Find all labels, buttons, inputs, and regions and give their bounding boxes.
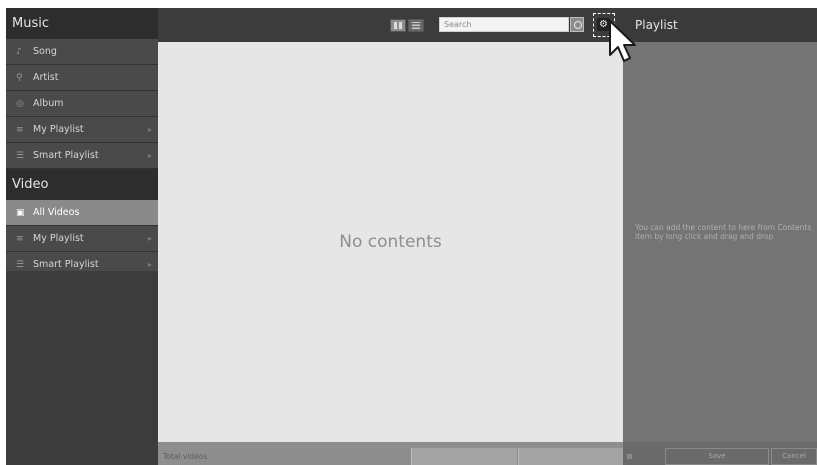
sidebar-item-label: Smart Playlist bbox=[33, 259, 99, 270]
music-section-header: Music bbox=[6, 8, 158, 39]
sidebar-item-label: Smart Playlist bbox=[33, 150, 99, 161]
sidebar-item-album[interactable]: ◎ Album bbox=[6, 91, 158, 117]
chevron-right-icon: ▸ bbox=[147, 234, 152, 243]
person-icon: ⚲ bbox=[16, 73, 23, 83]
list-view-icon bbox=[412, 22, 420, 29]
playlist-hint-text: You can add the content to here from Con… bbox=[635, 223, 812, 241]
sidebar-item-artist[interactable]: ⚲ Artist bbox=[6, 65, 158, 91]
video-icon: ▣ bbox=[16, 208, 25, 218]
sidebar-item-smart-playlist-music[interactable]: ☰ Smart Playlist ▸ bbox=[6, 143, 158, 169]
sidebar-item-label: Album bbox=[33, 98, 64, 109]
grid-view-icon bbox=[394, 22, 402, 29]
chevron-right-icon: ▸ bbox=[147, 125, 152, 134]
sidebar-item-my-playlist-video[interactable]: ≡ My Playlist ▸ bbox=[6, 226, 158, 252]
smart-playlist-icon: ☰ bbox=[16, 151, 25, 161]
playlist-bottom-bar: Save Cancel bbox=[623, 442, 817, 465]
sidebar-empty-area bbox=[6, 271, 158, 465]
content-area: No contents bbox=[158, 42, 623, 442]
empty-state-text: No contents bbox=[339, 232, 442, 252]
sidebar-item-label: My Playlist bbox=[33, 124, 84, 135]
total-label: Total videos bbox=[163, 452, 208, 461]
bottom-action-button-1[interactable] bbox=[411, 448, 517, 465]
status-dot-icon bbox=[627, 454, 632, 459]
chevron-right-icon: ▸ bbox=[147, 151, 152, 160]
sidebar-item-all-videos[interactable]: ▣ All Videos bbox=[6, 200, 158, 226]
video-section-header: Video bbox=[6, 169, 158, 200]
search-input[interactable]: Search bbox=[439, 17, 569, 32]
music-note-icon: ♪ bbox=[16, 47, 22, 57]
playlist-icon: ≡ bbox=[16, 125, 24, 135]
search-button[interactable] bbox=[570, 17, 584, 32]
list-view-button[interactable] bbox=[408, 19, 424, 32]
sidebar-item-song[interactable]: ♪ Song bbox=[6, 39, 158, 65]
sidebar-item-label: All Videos bbox=[33, 207, 80, 218]
mouse-cursor-icon bbox=[609, 20, 636, 62]
disc-icon: ◎ bbox=[16, 99, 24, 109]
sidebar-item-label: My Playlist bbox=[33, 233, 84, 244]
toolbar: Search ⚙ bbox=[158, 8, 617, 42]
content-bottom-bar: Total videos bbox=[158, 442, 624, 465]
sidebar-item-label: Song bbox=[33, 46, 57, 57]
playlist-icon: ≡ bbox=[16, 234, 24, 244]
app-window: Music ♪ Song ⚲ Artist ◎ Album ≡ My Playl… bbox=[6, 8, 817, 465]
bottom-action-button-2[interactable] bbox=[518, 448, 624, 465]
playlist-cancel-button[interactable]: Cancel bbox=[771, 448, 817, 465]
playlist-panel: You can add the content to here from Con… bbox=[623, 42, 817, 442]
sidebar-item-label: Artist bbox=[33, 72, 59, 83]
playlist-title: Playlist bbox=[617, 8, 817, 42]
sidebar: Music ♪ Song ⚲ Artist ◎ Album ≡ My Playl… bbox=[6, 8, 158, 465]
playlist-save-button[interactable]: Save bbox=[665, 448, 769, 465]
grid-view-button[interactable] bbox=[390, 19, 406, 32]
sidebar-item-my-playlist-music[interactable]: ≡ My Playlist ▸ bbox=[6, 117, 158, 143]
